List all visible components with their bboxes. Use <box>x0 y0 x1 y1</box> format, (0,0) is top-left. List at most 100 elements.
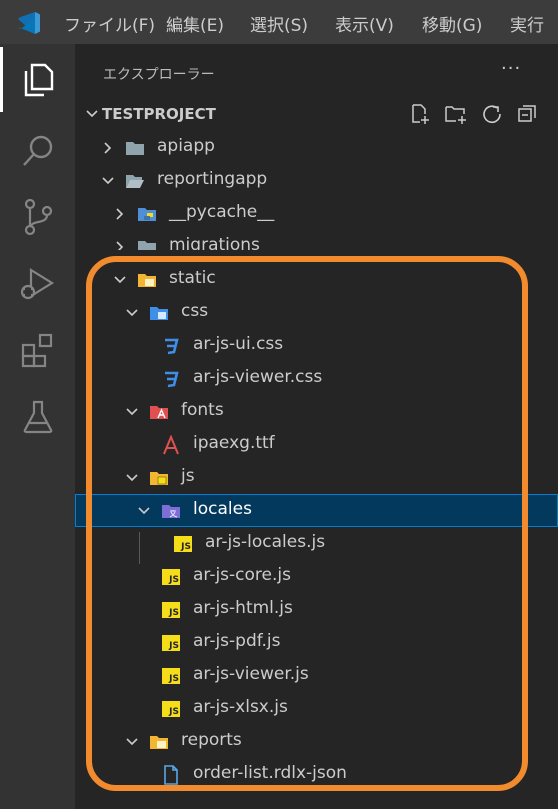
font-file-icon <box>161 435 181 455</box>
js-file-icon: JS <box>161 633 181 653</box>
tree-item-order-list-rdlx-json[interactable]: order-list.rdlx-json <box>75 758 558 791</box>
tree-item-label: ar-js-html.js <box>193 598 293 618</box>
chevron-down-icon <box>126 474 138 482</box>
file-icon <box>161 765 181 785</box>
search-button[interactable] <box>0 118 75 183</box>
tree-item-label: ar-js-viewer.css <box>193 367 323 387</box>
explorer-sidebar: エクスプローラー ··· TESTPROJECT apiapp reportin… <box>75 44 558 809</box>
search-icon <box>22 135 52 166</box>
chevron-down-icon <box>126 408 138 416</box>
tree-item-label: css <box>181 301 209 321</box>
tree-item-ar-js-locales-js[interactable]: JS ar-js-locales.js <box>75 527 558 560</box>
tree-item-label: apiapp <box>157 136 215 156</box>
tree-item-fonts[interactable]: fonts <box>75 395 558 428</box>
folder-open-icon <box>125 171 145 191</box>
tree-item-label: ar-js-pdf.js <box>193 631 281 651</box>
tree-item-ar-js-ui-css[interactable]: ar-js-ui.css <box>75 329 558 362</box>
source-control-icon <box>24 198 52 235</box>
menu-edit[interactable]: 編集(E) <box>166 11 224 36</box>
menu-file[interactable]: ファイル(F) <box>64 11 155 36</box>
explorer-icon <box>24 63 53 96</box>
tree-item-reports[interactable]: reports <box>75 725 558 758</box>
js-file-icon: JS <box>161 567 181 587</box>
chevron-right-icon <box>116 208 124 220</box>
tree-item-ar-js-viewer-js[interactable]: JS ar-js-viewer.js <box>75 659 558 692</box>
tree-item-label: ipaexg.ttf <box>193 433 275 453</box>
chevron-down-icon <box>138 507 150 515</box>
chevron-right-icon <box>104 142 112 154</box>
tree-item-static[interactable]: static <box>75 263 558 296</box>
tree-item-label: fonts <box>181 400 224 420</box>
menu-bar: ファイル(F) 編集(E) 選択(S) 表示(V) 移動(G) 実行 <box>0 0 558 44</box>
tree-item-label: js <box>181 466 195 486</box>
testing-icon <box>23 400 52 433</box>
project-name: TESTPROJECT <box>102 105 216 123</box>
new-file-icon[interactable] <box>409 103 431 125</box>
chevron-right-icon <box>116 241 124 250</box>
menu-go[interactable]: 移動(G) <box>422 11 482 36</box>
js-file-icon: JS <box>161 699 181 719</box>
menu-view[interactable]: 表示(V) <box>335 11 394 36</box>
vscode-logo-icon[interactable] <box>16 10 42 36</box>
menu-selection[interactable]: 選択(S) <box>250 11 308 36</box>
run-debug-icon <box>20 267 54 299</box>
chevron-down-icon <box>126 738 138 746</box>
tree-item-ar-js-pdf-js[interactable]: JS ar-js-pdf.js <box>75 626 558 659</box>
tree-item-label: ar-js-xlsx.js <box>193 697 288 717</box>
tree-item-migrations[interactable]: migrations <box>75 230 558 250</box>
css-file-icon <box>161 336 181 356</box>
explorer-button[interactable] <box>0 47 75 112</box>
tree-item-label: migrations <box>169 235 260 250</box>
refresh-icon[interactable] <box>481 103 503 125</box>
tree-item-ar-js-html-js[interactable]: JS ar-js-html.js <box>75 593 558 626</box>
tree-item-css[interactable]: css <box>75 296 558 329</box>
new-folder-icon[interactable] <box>444 103 468 125</box>
tree-item-label: ar-js-viewer.js <box>193 664 309 684</box>
tree-item-label: locales <box>193 499 252 519</box>
tree-item-ipaexg-ttf[interactable]: ipaexg.ttf <box>75 428 558 461</box>
tree-item-label: reports <box>181 730 242 750</box>
project-header[interactable]: TESTPROJECT <box>75 99 558 129</box>
locale-folder-icon <box>161 501 181 521</box>
chevron-down-icon <box>114 276 126 284</box>
folder-open-icon <box>149 732 169 752</box>
static-folder-icon <box>137 270 157 290</box>
tree-item-js[interactable]: js <box>75 461 558 494</box>
css-file-icon <box>161 369 181 389</box>
run-debug-button[interactable] <box>0 251 75 316</box>
activity-bar <box>0 44 75 809</box>
js-folder-icon <box>149 468 169 488</box>
more-actions-icon[interactable]: ··· <box>501 58 521 79</box>
tree-item-label: ar-js-core.js <box>193 565 291 585</box>
font-folder-icon <box>149 402 169 422</box>
tree-item-ar-js-xlsx-js[interactable]: JS ar-js-xlsx.js <box>75 692 558 725</box>
tree-item-locales[interactable]: locales <box>75 494 558 527</box>
tree-item-pycache[interactable]: __pycache__ <box>75 197 558 230</box>
js-file-icon: JS <box>173 534 193 554</box>
tree-item-apiapp[interactable]: apiapp <box>75 131 558 164</box>
tree-item-ar-js-core-js[interactable]: JS ar-js-core.js <box>75 560 558 593</box>
collapse-all-icon[interactable] <box>516 103 538 125</box>
chevron-down-icon <box>126 309 138 317</box>
source-control-button[interactable] <box>0 184 75 249</box>
tree-item-label: __pycache__ <box>169 202 275 222</box>
tree-item-label: static <box>169 268 216 288</box>
chevron-down-icon <box>86 110 98 118</box>
tree-item-label: ar-js-ui.css <box>193 334 284 354</box>
menu-run[interactable]: 実行 <box>510 11 544 36</box>
tree-item-reportingapp[interactable]: reportingapp <box>75 164 558 197</box>
tree-item-ar-js-viewer-css[interactable]: ar-js-viewer.css <box>75 362 558 395</box>
testing-button[interactable] <box>0 384 75 449</box>
js-file-icon: JS <box>161 600 181 620</box>
sidebar-title: エクスプローラー <box>103 67 215 83</box>
python-folder-icon <box>137 204 157 224</box>
extensions-icon <box>21 333 52 367</box>
extensions-button[interactable] <box>0 317 75 382</box>
tree-item-label: ar-js-locales.js <box>205 532 326 552</box>
chevron-down-icon <box>102 177 114 185</box>
tree-item-label: order-list.rdlx-json <box>193 763 347 783</box>
css-folder-icon <box>149 303 169 323</box>
tree-item-label: reportingapp <box>157 169 268 189</box>
folder-icon <box>125 138 145 158</box>
js-file-icon: JS <box>161 666 181 686</box>
